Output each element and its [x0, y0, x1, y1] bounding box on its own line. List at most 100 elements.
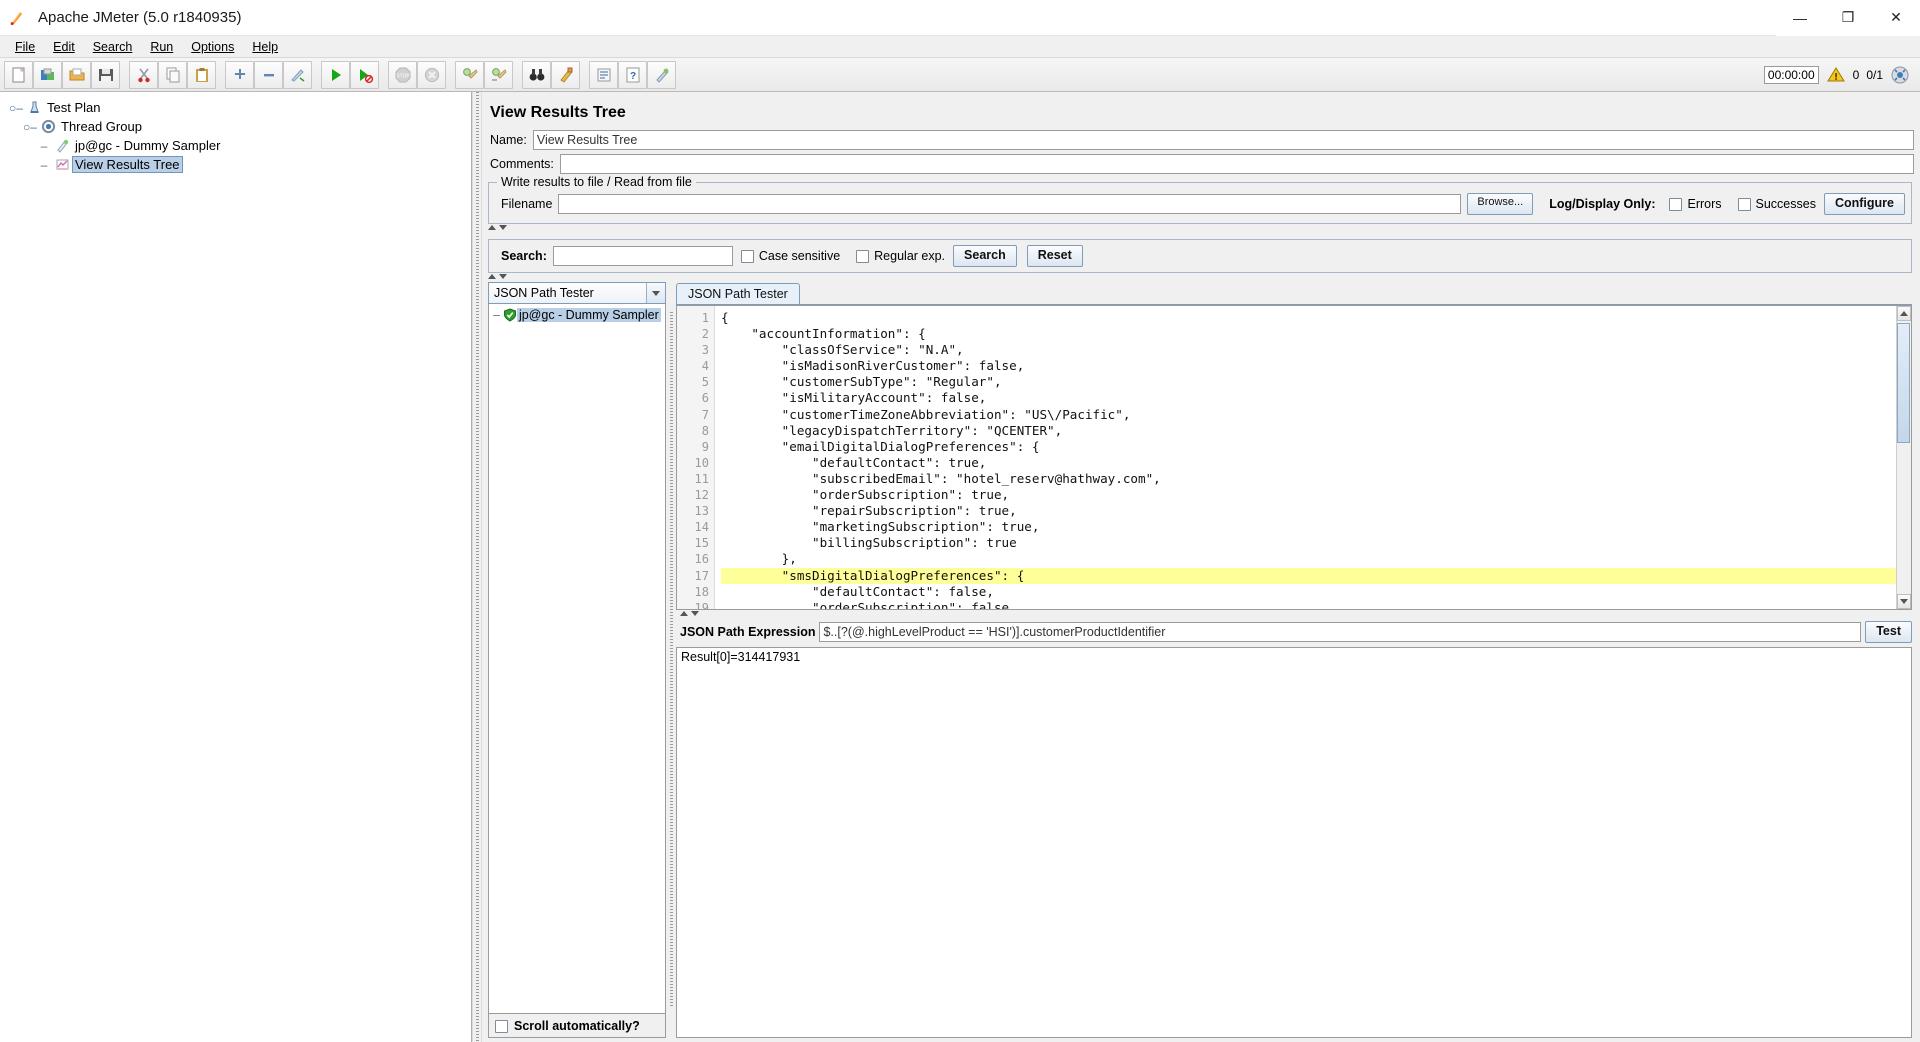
json-path-expression-label: JSON Path Expression [676, 625, 815, 639]
comments-input[interactable] [560, 154, 1914, 174]
menu-run-label: Run [150, 40, 173, 54]
start-no-pauses-button[interactable] [350, 61, 379, 89]
toggle-pencil-icon [289, 66, 307, 84]
successes-checkbox-wrap[interactable]: Successes [1738, 197, 1816, 211]
search-button[interactable] [522, 61, 551, 89]
json-path-expression-input[interactable]: $..[?(@.highLevelProduct == 'HSI')].cust… [819, 622, 1861, 642]
paste-button[interactable] [187, 61, 216, 89]
json-response-body[interactable]: { "accountInformation": { "classOfServic… [715, 306, 1896, 609]
reset-search-button[interactable] [551, 61, 580, 89]
menu-help[interactable]: Help [243, 38, 287, 56]
browse-button[interactable]: Browse... [1467, 193, 1533, 215]
test-plan-tree[interactable]: ○– Test Plan ○– Thread Group – jp@gc - D… [0, 92, 472, 1042]
shutdown-button[interactable] [417, 61, 446, 89]
menu-search[interactable]: Search [84, 38, 142, 56]
save-button[interactable] [91, 61, 120, 89]
collapse-down-icon[interactable] [499, 225, 507, 230]
regular-expression-checkbox[interactable] [856, 250, 869, 263]
configure-button[interactable]: Configure [1824, 193, 1905, 215]
clear-broom-icon [461, 66, 479, 84]
code-scrollbar-thumb[interactable] [1897, 323, 1910, 443]
collapse-up-icon[interactable] [488, 225, 496, 230]
sampler-result-list[interactable]: – jp@gc - Dummy Sampler [488, 304, 666, 1014]
errors-label: Errors [1687, 197, 1721, 211]
expression-collapse-up-icon[interactable] [680, 611, 688, 616]
undo-redo-button[interactable] [647, 61, 676, 89]
section-collapse-handles[interactable] [484, 224, 1914, 231]
menu-file[interactable]: File [6, 38, 44, 56]
close-button[interactable]: ✕ [1872, 0, 1920, 36]
case-sensitive-checkbox[interactable] [741, 250, 754, 263]
tab-json-path-tester[interactable]: JSON Path Tester [676, 283, 800, 304]
results-collapse-up-icon[interactable] [488, 274, 496, 279]
help-button[interactable]: ? [618, 61, 647, 89]
list-item[interactable]: – jp@gc - Dummy Sampler [489, 306, 665, 324]
scroll-automatically-checkbox[interactable] [495, 1020, 508, 1033]
successes-label: Successes [1756, 197, 1816, 211]
scroll-down-icon[interactable] [1897, 594, 1911, 609]
expand-all-button[interactable] [225, 61, 254, 89]
maximize-button[interactable]: ❐ [1824, 0, 1872, 36]
copy-button[interactable] [158, 61, 187, 89]
menu-help-label: Help [252, 40, 278, 54]
svg-text:?: ? [629, 71, 635, 82]
expression-collapse-handles[interactable] [676, 610, 1912, 617]
clear-button[interactable] [455, 61, 484, 89]
new-button[interactable] [4, 61, 33, 89]
filename-input[interactable] [558, 194, 1461, 214]
menu-run[interactable]: Run [141, 38, 182, 56]
elapsed-timer: 00:00:00 [1764, 66, 1819, 84]
json-path-result-output[interactable]: Result[0]=314417931 [676, 647, 1912, 1038]
window-controls: — ❐ ✕ [1776, 0, 1920, 36]
stop-button[interactable]: STOP [388, 61, 417, 89]
search-input[interactable] [553, 246, 733, 266]
case-sensitive-wrap[interactable]: Case sensitive [741, 249, 840, 263]
open-button[interactable] [62, 61, 91, 89]
line-number-gutter: 123456789101112131415161718192021222324 [677, 306, 715, 609]
main-splitter[interactable] [472, 92, 482, 1042]
function-helper-button[interactable] [589, 61, 618, 89]
regular-expression-label: Regular exp. [874, 249, 945, 263]
reset-button[interactable]: Reset [1027, 245, 1083, 267]
successes-checkbox[interactable] [1738, 198, 1751, 211]
tree-node-dummy-sampler[interactable]: – jp@gc - Dummy Sampler [8, 136, 471, 155]
remote-connections-icon[interactable] [1890, 65, 1910, 85]
tree-node-thread-group[interactable]: ○– Thread Group [8, 117, 471, 136]
plus-icon [231, 66, 249, 84]
collapse-all-button[interactable] [254, 61, 283, 89]
test-button[interactable]: Test [1865, 621, 1912, 643]
tree-expand-handle-thread-group[interactable]: ○– [22, 120, 38, 134]
tree-node-label: View Results Tree [72, 156, 183, 173]
expression-collapse-down-icon[interactable] [691, 611, 699, 616]
minus-icon [260, 66, 278, 84]
results-splitter[interactable] [666, 282, 676, 1038]
clear-all-button[interactable] [484, 61, 513, 89]
results-area: JSON Path Tester – jp@gc - Dummy Sampler [488, 282, 1912, 1038]
results-collapse-handles[interactable] [484, 273, 1914, 280]
name-input[interactable]: View Results Tree [533, 130, 1914, 150]
toggle-button[interactable] [283, 61, 312, 89]
errors-checkbox[interactable] [1669, 198, 1682, 211]
results-collapse-down-icon[interactable] [499, 274, 507, 279]
response-code-viewer[interactable]: 123456789101112131415161718192021222324 … [676, 305, 1912, 610]
tree-expand-handle-test-plan[interactable]: ○– [8, 101, 24, 115]
scroll-up-icon[interactable] [1897, 306, 1911, 321]
regex-wrap[interactable]: Regular exp. [856, 249, 945, 263]
start-button[interactable] [321, 61, 350, 89]
errors-checkbox-wrap[interactable]: Errors [1669, 197, 1721, 211]
chevron-down-icon[interactable] [646, 283, 665, 303]
search-button[interactable]: Search [953, 245, 1017, 267]
warning-count: 0 [1853, 68, 1860, 82]
menu-options[interactable]: Options [182, 38, 243, 56]
write-results-group-title: Write results to file / Read from file [497, 175, 696, 189]
templates-button[interactable] [33, 61, 62, 89]
shutdown-x-icon [423, 66, 441, 84]
minimize-button[interactable]: — [1776, 0, 1824, 36]
tree-node-test-plan[interactable]: ○– Test Plan [8, 98, 471, 117]
menu-edit[interactable]: Edit [44, 38, 84, 56]
cut-button[interactable] [129, 61, 158, 89]
tree-node-view-results-tree[interactable]: – View Results Tree [8, 155, 471, 174]
case-sensitive-label: Case sensitive [759, 249, 840, 263]
renderer-combo[interactable]: JSON Path Tester [488, 282, 666, 304]
scroll-automatically-wrap[interactable]: Scroll automatically? [488, 1014, 666, 1038]
